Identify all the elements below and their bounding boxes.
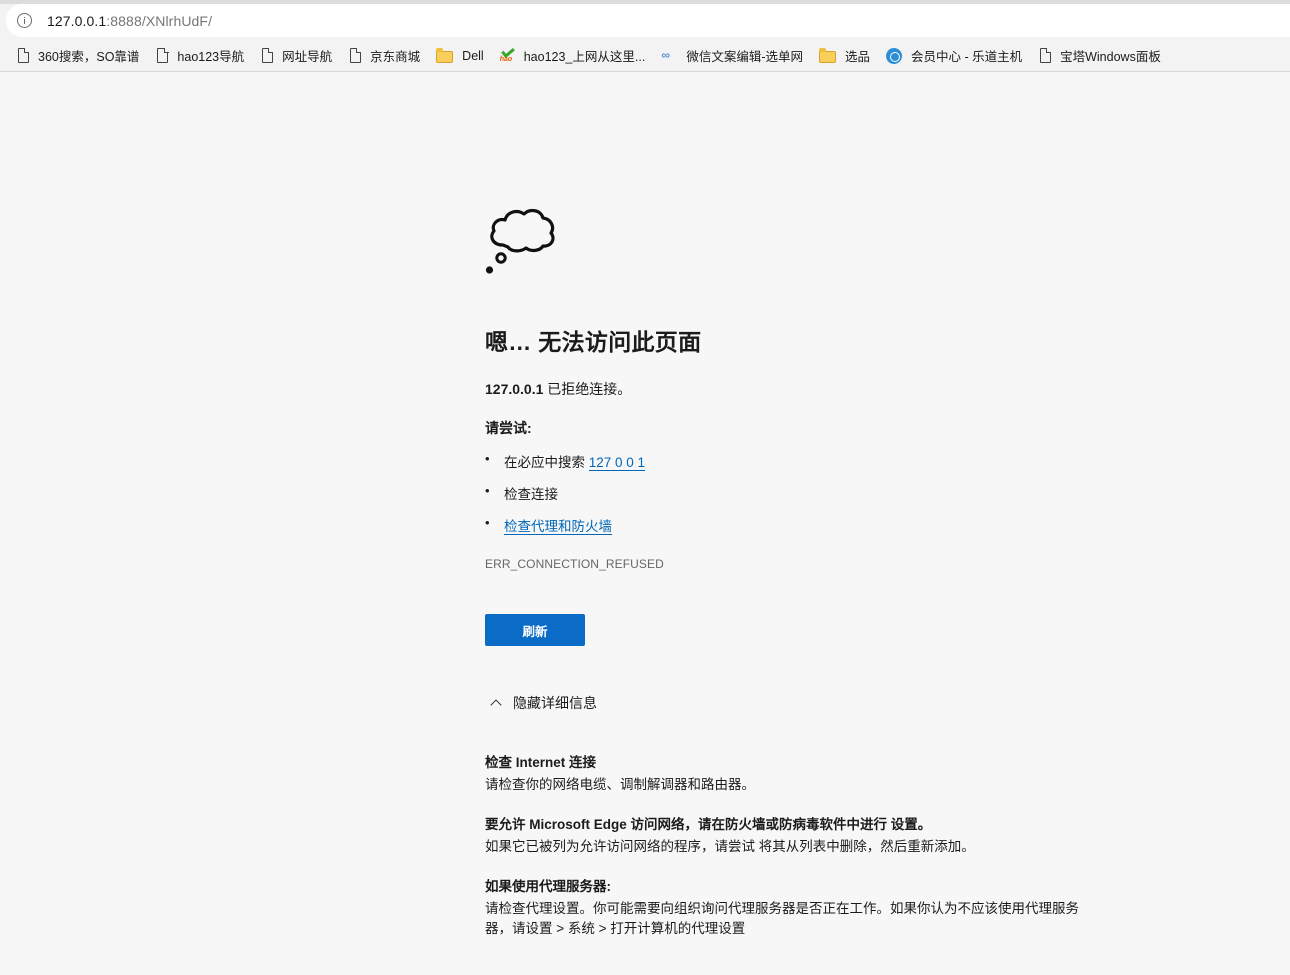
xuandan-icon: ∞	[661, 47, 670, 62]
page-icon	[350, 47, 362, 63]
url-path: :8888/XNlrhUdF/	[106, 12, 213, 29]
bookmark-hao123-home[interactable]: hao hao123_上网从这里...	[500, 43, 654, 69]
error-title: 嗯… 无法访问此页面	[485, 329, 702, 355]
detail-firewall-heading: 要允许 Microsoft Edge 访问网络，请在防火墙或防病毒软件中进行 设…	[485, 817, 932, 832]
detail-internet: 检查 Internet 连接 请检查你的网络电缆、调制解调器和路由器。	[485, 753, 755, 795]
bookmark-label: 微信文案编辑-选单网	[686, 50, 803, 64]
detail-proxy: 如果使用代理服务器: 请检查代理设置。你可能需要向组织询问代理服务器是否正在工作…	[485, 877, 1085, 939]
suggestion-check-connection: 检查连接	[485, 483, 645, 515]
page-icon	[262, 47, 274, 63]
url-text[interactable]: 127.0.0.1:8888/XNlrhUdF/	[47, 13, 212, 29]
refresh-button[interactable]: 刷新	[485, 614, 585, 646]
detail-proxy-heading: 如果使用代理服务器:	[485, 879, 611, 894]
detail-proxy-body: 请检查代理设置。你可能需要向组织询问代理服务器是否正在工作。如果你认为不应该使用…	[485, 901, 1079, 936]
ledao-icon	[886, 47, 902, 64]
page-icon	[18, 47, 30, 63]
hao123-icon: hao	[500, 44, 515, 64]
folder-icon	[436, 47, 454, 63]
check-connection-text: 检查连接	[504, 487, 558, 502]
bookmark-jd-mall[interactable]: 京东商城	[348, 43, 428, 69]
bookmark-label: 360搜索，SO靠谱	[38, 50, 140, 64]
bookmark-label: 会员中心 - 乐道主机	[911, 50, 1023, 64]
check-proxy-firewall-link[interactable]: 检查代理和防火墙	[504, 519, 612, 535]
url-host: 127.0.0.1	[47, 12, 107, 29]
chevron-up-icon	[487, 693, 507, 713]
address-bar[interactable]: 127.0.0.1:8888/XNlrhUdF/	[6, 4, 1290, 37]
bookmark-folder-dell[interactable]: Dell	[436, 43, 492, 69]
detail-firewall: 要允许 Microsoft Edge 访问网络，请在防火墙或防病毒软件中进行 设…	[485, 815, 975, 857]
try-label: 请尝试:	[485, 420, 532, 436]
bookmark-hao123-nav[interactable]: hao123导航	[155, 43, 252, 69]
bookmark-folder-xuanpin[interactable]: 选品	[818, 43, 878, 69]
search-prefix: 在必应中搜索	[504, 455, 585, 470]
page-icon	[157, 47, 169, 63]
suggestion-search: 在必应中搜索 127 0 0 1	[485, 451, 646, 483]
bookmark-bt-panel[interactable]: 宝塔Windows面板	[1038, 43, 1169, 69]
hide-details-label: 隐藏详细信息	[513, 695, 597, 711]
bookmark-label: Dell	[462, 48, 484, 63]
detail-internet-heading: 检查 Internet 连接	[485, 755, 597, 770]
folder-icon	[818, 47, 836, 63]
error-host: 127.0.0.1	[485, 381, 544, 397]
bookmark-url-nav[interactable]: 网址导航	[260, 43, 340, 69]
browser-toolbar: 127.0.0.1:8888/XNlrhUdF/	[0, 0, 1290, 40]
bookmark-xuandan[interactable]: ∞ 微信文案编辑-选单网	[661, 43, 811, 69]
site-info-icon[interactable]	[17, 13, 32, 28]
bookmark-label: 网址导航	[282, 50, 333, 64]
error-message: 127.0.0.1 已拒绝连接。	[485, 379, 631, 399]
thought-cloud-icon	[485, 208, 555, 274]
suggestion-list: 在必应中搜索 127 0 0 1 检查连接 检查代理和防火墙	[485, 451, 646, 547]
bing-search-link[interactable]: 127 0 0 1	[588, 455, 646, 471]
bookmarks-bar: 360搜索，SO靠谱 hao123导航 网址导航 京东商城 Dell hao h…	[0, 40, 1290, 72]
bookmark-label: hao123_上网从这里...	[523, 50, 646, 64]
hide-details-toggle[interactable]: 隐藏详细信息	[485, 693, 597, 713]
bookmark-label: hao123导航	[177, 50, 245, 64]
bookmark-360-search[interactable]: 360搜索，SO靠谱	[16, 43, 147, 69]
error-reason: 已拒绝连接。	[547, 381, 632, 397]
bookmark-label: 选品	[844, 50, 870, 64]
bookmark-label: 京东商城	[370, 50, 421, 64]
bookmark-ledao-member[interactable]: 会员中心 - 乐道主机	[886, 43, 1030, 69]
error-code: ERR_CONNECTION_REFUSED	[485, 557, 664, 571]
bookmark-label: 宝塔Windows面板	[1060, 50, 1161, 64]
page-icon	[1040, 47, 1052, 63]
detail-internet-body: 请检查你的网络电缆、调制解调器和路由器。	[485, 777, 755, 792]
suggestion-check-proxy: 检查代理和防火墙	[485, 515, 645, 547]
detail-firewall-body: 如果它已被列为允许访问网络的程序，请尝试 将其从列表中删除，然后重新添加。	[485, 839, 975, 854]
